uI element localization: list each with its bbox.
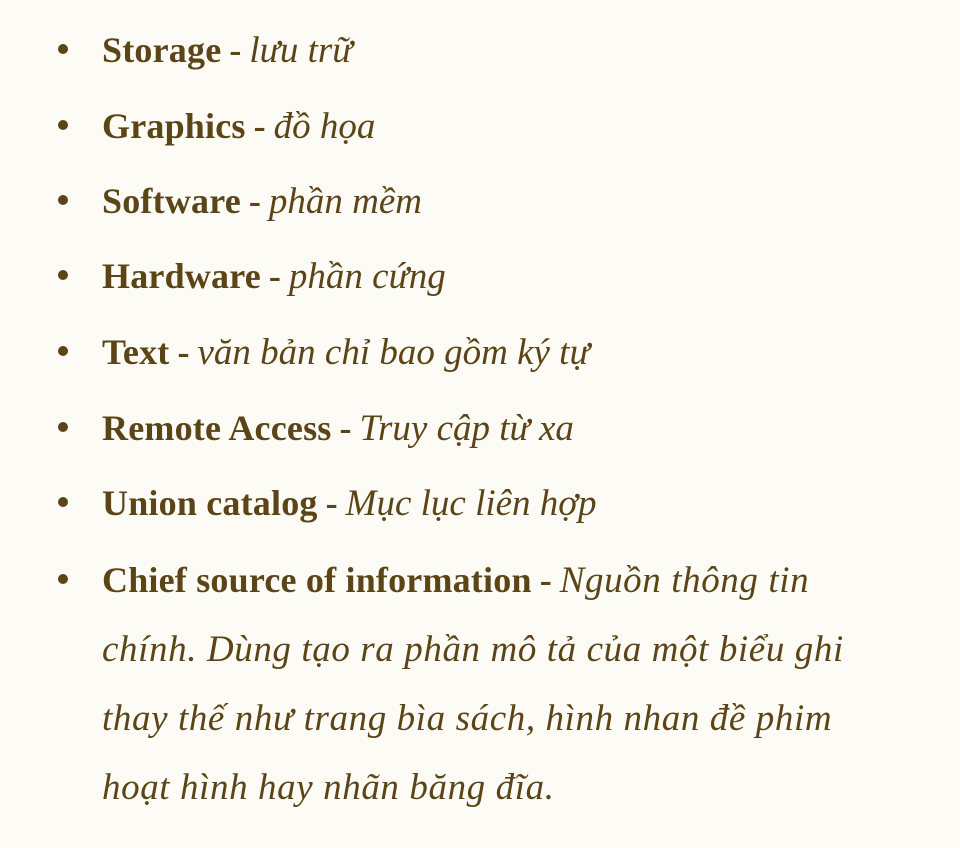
separator: - — [325, 483, 338, 523]
separator: - — [339, 408, 352, 448]
definition: Truy cập từ xa — [359, 408, 574, 449]
term: Hardware — [102, 256, 261, 296]
bullet-icon — [58, 422, 68, 432]
bullet-icon — [58, 497, 68, 507]
term: Remote Access — [102, 408, 332, 448]
term: Software — [102, 181, 241, 221]
glossary-entry: Storage - lưu trữ — [102, 32, 352, 69]
definition: đồ họa — [273, 106, 376, 147]
bullet-icon — [58, 346, 68, 356]
glossary-entry: Union catalog - Mục lục liên hợp — [102, 485, 597, 522]
glossary-entry: Software - phần mềm — [102, 183, 422, 220]
definition: Mục lục liên hợp — [345, 483, 597, 524]
separator: - — [253, 106, 266, 146]
bullet-icon — [58, 195, 68, 205]
separator: - — [229, 30, 242, 70]
term: Graphics — [102, 106, 246, 146]
glossary-entry: Remote Access - Truy cập từ xa — [102, 410, 574, 447]
term: Union catalog — [102, 483, 318, 523]
bullet-icon — [58, 574, 68, 584]
separator: - — [268, 256, 281, 296]
definition: phần mềm — [268, 181, 423, 222]
separator: - — [539, 560, 552, 600]
glossary-entry: Chief source of information - Nguồn thông … — [102, 546, 902, 822]
separator: - — [248, 181, 261, 221]
glossary-entry: Text - văn bản chỉ bao gồm ký tự — [102, 334, 590, 371]
definition: văn bản chỉ bao gồm ký tự — [197, 332, 590, 373]
term: Storage — [102, 30, 222, 70]
term: Text — [102, 332, 170, 372]
definition: lưu trữ — [249, 30, 353, 71]
separator: - — [177, 332, 190, 372]
bullet-icon — [58, 120, 68, 130]
glossary-entry: Graphics - đồ họa — [102, 108, 375, 145]
glossary-entry: Hardware - phần cứng — [102, 258, 446, 295]
term: Chief source of information — [102, 560, 532, 600]
bullet-icon — [58, 270, 68, 280]
definition: phần cứng — [288, 256, 446, 297]
bullet-icon — [58, 44, 68, 54]
